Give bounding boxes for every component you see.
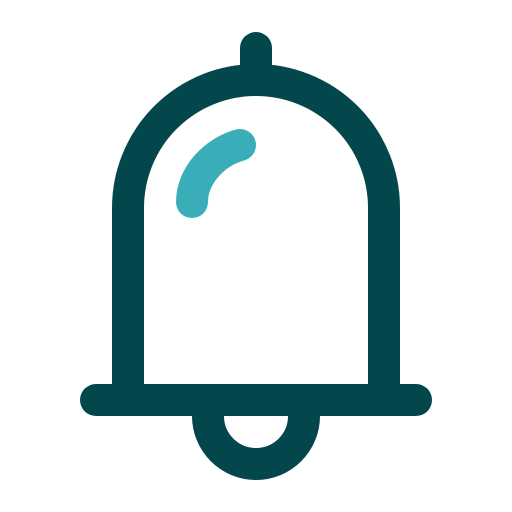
bell-icon: [80, 32, 432, 480]
bell-body: [112, 64, 400, 384]
bell-shine-highlight: [176, 129, 256, 218]
icon-canvas: [0, 0, 512, 512]
